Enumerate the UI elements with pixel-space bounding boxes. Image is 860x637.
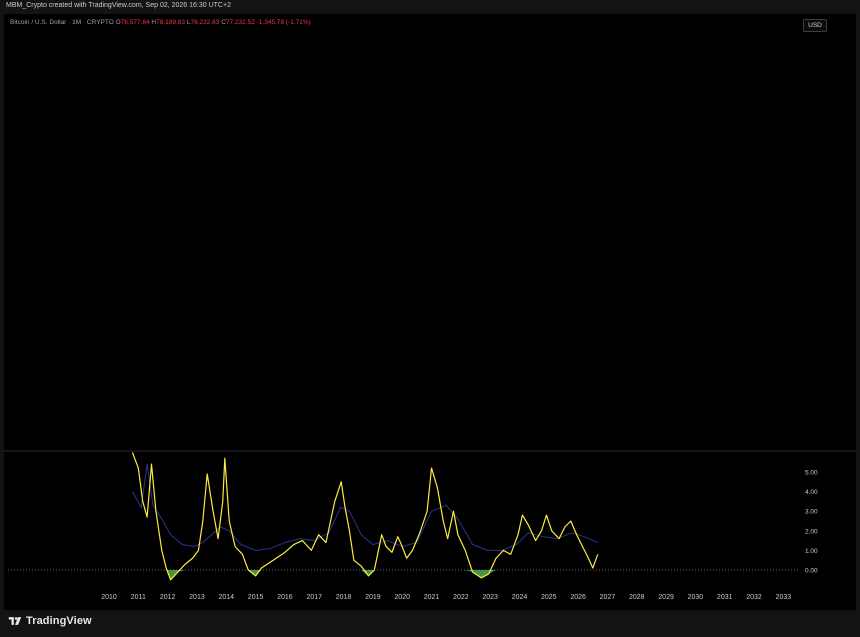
time-axis-label: 2018	[336, 594, 352, 601]
price-chart[interactable]: 470,000.00290,000.00170,000.00100,000.00…	[0, 0, 860, 637]
oscillator-axis-label: 0.00	[805, 568, 818, 575]
symbol-legend[interactable]: Bitcoin / U.S. Dollar · 1M · CRYPTO O78,…	[10, 19, 311, 26]
time-axis-label: 2017	[306, 594, 322, 601]
time-axis-label: 2013	[189, 594, 205, 601]
time-axis-label: 2010	[101, 594, 117, 601]
time-axis-label: 2033	[776, 594, 792, 601]
time-axis-label: 2025	[541, 594, 557, 601]
tradingview-brand: TradingView	[26, 615, 92, 627]
time-axis-label: 2015	[248, 594, 264, 601]
oscillator-axis-label: 2.00	[805, 528, 818, 535]
bottom-bar	[0, 610, 860, 637]
change-value: -1,345.78 (-1.71%)	[256, 19, 311, 26]
time-axis-label: 2012	[160, 594, 176, 601]
time-axis-label: 2027	[600, 594, 616, 601]
oscillator-line	[131, 452, 599, 581]
time-axis-label: 2019	[365, 594, 381, 601]
time-axis-label: 2030	[688, 594, 704, 601]
time-axis-label: 2014	[218, 594, 234, 601]
oscillator-axis-label: 4.00	[805, 489, 818, 496]
time-axis-label: 2031	[717, 594, 733, 601]
time-axis-label: 2026	[570, 594, 586, 601]
close-value: 77,232.52	[225, 19, 255, 26]
symbol-label: Bitcoin / U.S. Dollar · 1M · CRYPTO	[10, 19, 114, 26]
time-axis-label: 2023	[482, 594, 498, 601]
time-axis-label: 2028	[629, 594, 645, 601]
currency-button[interactable]: USD	[803, 19, 827, 32]
oscillator-baseline-line	[132, 464, 598, 551]
time-axis-label: 2024	[512, 594, 528, 601]
time-axis-label: 2020	[394, 594, 410, 601]
time-axis-label: 2029	[658, 594, 674, 601]
tradingview-logo-icon	[8, 617, 22, 625]
oscillator-axis-label: 5.00	[805, 470, 818, 477]
time-axis-label: 2021	[424, 594, 440, 601]
time-axis-label: 2032	[746, 594, 762, 601]
high-value: 78,189.83	[156, 19, 186, 26]
tradingview-logo[interactable]: TradingView	[8, 614, 92, 628]
oscillator-pane	[131, 452, 599, 581]
time-axis-label: 2022	[453, 594, 469, 601]
oscillator-axis-label: 3.00	[805, 509, 818, 516]
oscillator-axis-label: 1.00	[805, 548, 818, 555]
time-axis-label: 2016	[277, 594, 293, 601]
open-value: 78,577.84	[120, 19, 150, 26]
time-axis-label: 2011	[131, 594, 146, 601]
low-value: 76,232.63	[190, 19, 220, 26]
